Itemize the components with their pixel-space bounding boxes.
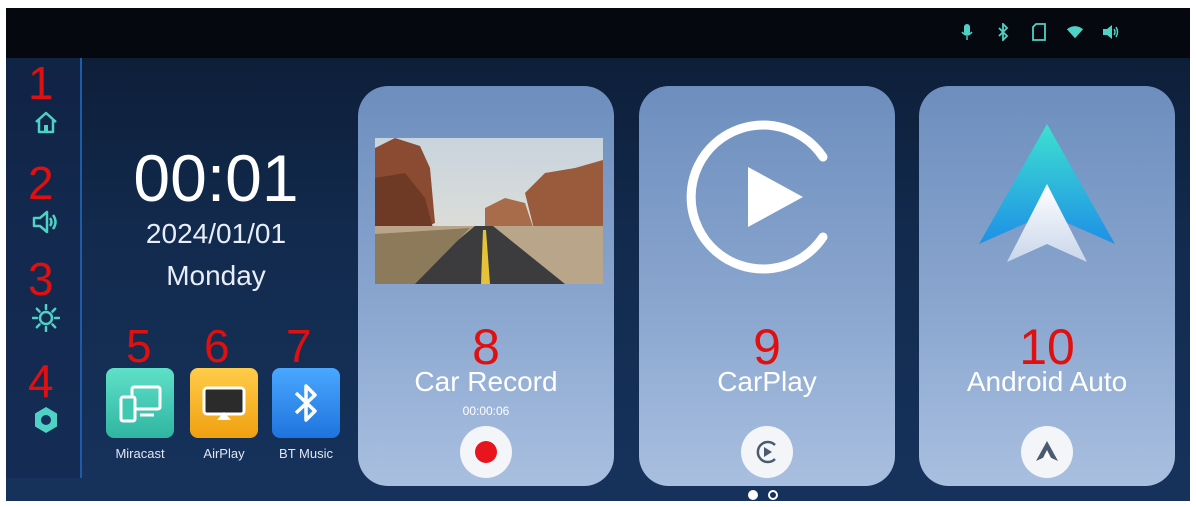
status-bar (6, 8, 1190, 58)
car-record-title: Car Record (414, 366, 558, 397)
sidebar-item-brightness[interactable]: 3 (20, 256, 70, 346)
record-button[interactable] (460, 426, 512, 478)
page-indicator (748, 490, 778, 500)
carplay-card[interactable]: 9 CarPlay (639, 86, 895, 486)
miracast-icon (119, 385, 162, 423)
volume-icon (1102, 22, 1120, 42)
carplay-title: CarPlay (717, 366, 817, 397)
carplay-button[interactable] (741, 426, 793, 478)
miracast-button[interactable] (106, 368, 174, 438)
sd-card-icon (1030, 22, 1048, 42)
annotation-number: 9 (753, 319, 781, 375)
road-thumbnail (375, 138, 603, 284)
car-record-card[interactable]: 8 Car Record 00:00:06 (358, 86, 614, 486)
carplay-small-icon (756, 440, 776, 464)
airplay-label: AirPlay (203, 446, 245, 461)
android-auto-card[interactable]: 10 Android Auto (919, 86, 1175, 486)
volume-icon[interactable] (32, 208, 60, 236)
annotation-number: 2 (28, 157, 54, 209)
status-icons (958, 22, 1120, 42)
page-dot[interactable] (768, 490, 778, 500)
brightness-icon[interactable] (32, 304, 60, 332)
annotation-number: 7 (286, 320, 312, 372)
annotation-number: 10 (1019, 319, 1075, 375)
annotation-number: 3 (28, 253, 54, 305)
annotation-number: 6 (204, 320, 230, 372)
head-unit-screen: 1 2 3 4 00:01 2024/01/01 Monday 5 Miraca… (6, 8, 1190, 501)
android-auto-small-icon (1036, 441, 1058, 461)
settings-icon[interactable] (32, 406, 60, 434)
airplay-icon (202, 386, 246, 420)
clock-day: Monday (166, 260, 266, 291)
annotation-number: 5 (126, 320, 152, 372)
android-auto-button[interactable] (1021, 426, 1073, 478)
android-auto-title: Android Auto (966, 366, 1128, 397)
record-duration: 00:00:06 (462, 404, 510, 418)
airplay-button[interactable] (190, 368, 258, 438)
annotation-number: 1 (28, 57, 54, 109)
microphone-icon (958, 22, 976, 42)
bluetooth-icon (994, 22, 1012, 42)
clock-date: 2024/01/01 (145, 218, 287, 249)
sidebar: 1 2 3 4 (6, 58, 82, 478)
wifi-icon (1066, 22, 1084, 42)
sidebar-item-volume[interactable]: 2 (20, 160, 70, 250)
bluetooth-icon (294, 384, 317, 422)
sidebar-item-home[interactable]: 1 (20, 60, 70, 150)
android-auto-icon (979, 124, 1115, 262)
page-dot-active[interactable] (748, 490, 758, 500)
annotation-number: 4 (28, 355, 54, 407)
bt-music-button[interactable] (272, 368, 340, 438)
annotation-number: 8 (472, 319, 500, 375)
home-icon[interactable] (32, 108, 60, 136)
carplay-icon (686, 120, 828, 274)
bt-music-label: BT Music (279, 446, 333, 461)
sidebar-item-settings[interactable]: 4 (20, 358, 70, 448)
miracast-label: Miracast (115, 446, 165, 461)
record-icon (475, 441, 497, 463)
clock-time: 00:01 (133, 141, 299, 215)
